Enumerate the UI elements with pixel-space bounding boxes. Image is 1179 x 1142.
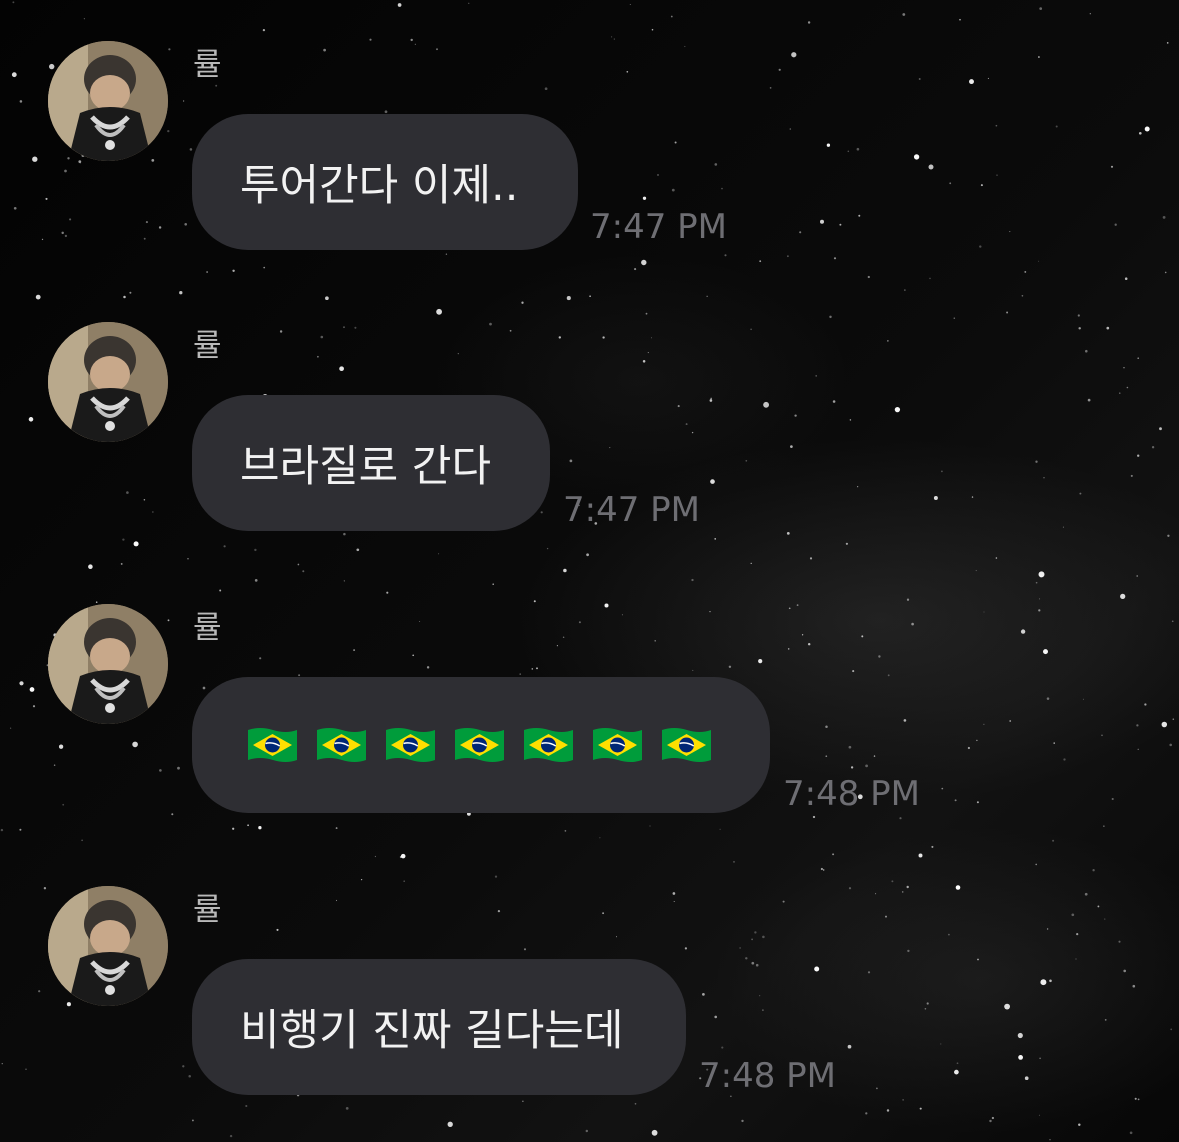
avatar[interactable] bbox=[48, 886, 168, 1006]
avatar[interactable] bbox=[48, 604, 168, 724]
message-group: 률 비행기 진짜 길다는데 7:48 PM bbox=[0, 886, 1179, 1142]
flag-brazil-icon bbox=[455, 728, 504, 762]
message-text: 비행기 진짜 길다는데 bbox=[240, 1006, 624, 1056]
sender-name: 률 bbox=[193, 610, 223, 646]
message-timestamp: 7:48 PM bbox=[699, 1056, 836, 1096]
emoji-flag-row bbox=[246, 726, 713, 764]
message-group: 률 브라질로 간다 7:47 PM bbox=[0, 322, 1179, 592]
flag-brazil-icon bbox=[248, 728, 297, 762]
flag-brazil-icon bbox=[317, 728, 366, 762]
flag-brazil-icon bbox=[593, 728, 642, 762]
message-group: 률 투어간다 이제.. 7:47 PM bbox=[0, 41, 1179, 311]
chat-screen: 률 투어간다 이제.. 7:47 PM 률 브라질로 간다 7:47 PM 률 … bbox=[0, 0, 1179, 1142]
message-text: 브라질로 간다 bbox=[240, 442, 492, 492]
message-bubble[interactable]: 비행기 진짜 길다는데 bbox=[192, 959, 686, 1095]
flag-brazil-icon bbox=[662, 728, 711, 762]
message-group: 률 7:48 PM bbox=[0, 604, 1179, 874]
sender-name: 률 bbox=[193, 892, 223, 928]
message-timestamp: 7:47 PM bbox=[563, 490, 700, 530]
avatar[interactable] bbox=[48, 322, 168, 442]
avatar[interactable] bbox=[48, 41, 168, 161]
message-text: 투어간다 이제.. bbox=[240, 161, 519, 211]
flag-brazil-icon bbox=[386, 728, 435, 762]
message-timestamp: 7:48 PM bbox=[783, 774, 920, 814]
sender-name: 률 bbox=[193, 47, 223, 83]
message-timestamp: 7:47 PM bbox=[590, 207, 727, 247]
flag-brazil-icon bbox=[524, 728, 573, 762]
message-bubble[interactable] bbox=[192, 677, 770, 813]
sender-name: 률 bbox=[193, 328, 223, 364]
message-bubble[interactable]: 투어간다 이제.. bbox=[192, 114, 578, 250]
message-bubble[interactable]: 브라질로 간다 bbox=[192, 395, 550, 531]
